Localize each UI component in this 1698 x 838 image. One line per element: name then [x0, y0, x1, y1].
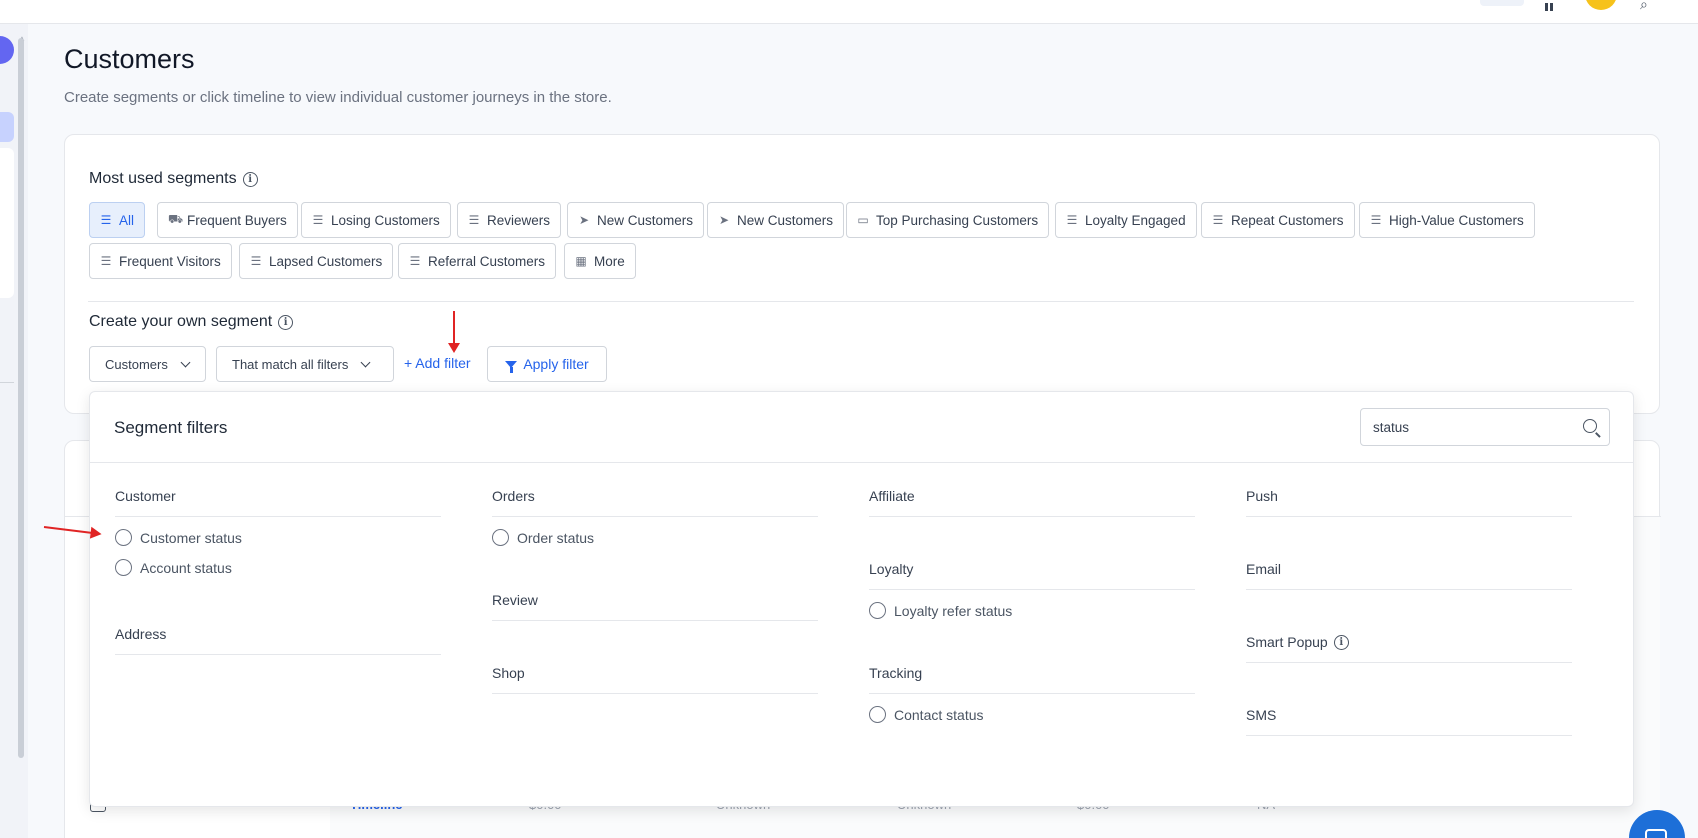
radio-button[interactable] [115, 529, 132, 546]
group-affiliate: Affiliate [869, 488, 1195, 517]
group-title: Smart Popup [1246, 634, 1328, 650]
group-smart-popup: Smart Popup i [1246, 634, 1572, 663]
radio-button[interactable] [115, 559, 132, 576]
notification-icon[interactable] [1480, 0, 1524, 6]
radio-button[interactable] [492, 529, 509, 546]
option-order-status[interactable]: Order status [492, 528, 818, 547]
group-push: Push [1246, 488, 1572, 517]
create-segment-heading: Create your own segment i [89, 313, 294, 331]
page-title: Customers [64, 44, 195, 74]
chip-reviewers[interactable]: ☰ Reviewers [457, 202, 562, 238]
annotation-arrow-down [448, 311, 460, 353]
sidebar-submenu [0, 148, 14, 298]
chip-repeat-customers[interactable]: ☰ Repeat Customers [1201, 202, 1355, 238]
list-icon: ☰ [100, 213, 112, 227]
filter-search[interactable] [1360, 408, 1610, 446]
chip-referral-customers[interactable]: ☰ Referral Customers [398, 243, 557, 279]
group-title: Address [115, 626, 441, 655]
group-title: Shop [492, 665, 818, 694]
filter-search-input[interactable] [1373, 419, 1573, 435]
top-bar: ⌕ [0, 0, 1698, 24]
panel-title: Segment filters [114, 418, 228, 437]
most-used-segments-heading: Most used segments i [89, 170, 258, 188]
create-segment-title: Create your own segment [89, 313, 273, 330]
group-loyalty: Loyalty Loyalty refer status [869, 561, 1195, 620]
group-title: Tracking [869, 665, 1195, 694]
chip-new-customers-2[interactable]: ➤ New Customers [707, 202, 845, 238]
search-icon[interactable] [1583, 419, 1597, 433]
list-icon: ☰ [100, 254, 112, 268]
filter-icon [505, 360, 518, 373]
sidebar: ▲ [0, 24, 28, 838]
group-shop: Shop [492, 665, 818, 694]
sidebar-item-active[interactable] [0, 112, 14, 142]
chevron-down-icon [360, 357, 371, 367]
group-email: Email [1246, 561, 1572, 590]
entity-select[interactable]: Customers [89, 346, 206, 382]
group-title-row: Smart Popup i [1246, 634, 1572, 663]
list-icon: ☰ [250, 254, 262, 268]
group-customer: Customer Customer status Account status [115, 488, 441, 577]
list-icon: ☰ [409, 254, 421, 268]
sidebar-logo[interactable] [0, 36, 14, 64]
group-orders: Orders Order status [492, 488, 818, 547]
chip-more[interactable]: ▦ More [564, 243, 636, 279]
group-title: Customer [115, 488, 441, 517]
most-used-segments-title: Most used segments [89, 170, 237, 187]
add-filter-link[interactable]: + Add filter [404, 355, 471, 371]
match-select[interactable]: That match all filters [216, 346, 394, 382]
sidebar-divider [0, 382, 14, 383]
group-title: Orders [492, 488, 818, 517]
chip-new-customers[interactable]: ➤ New Customers [567, 202, 705, 238]
grid-icon: ▦ [575, 254, 587, 268]
group-title: Review [492, 592, 818, 621]
list-icon: ☰ [312, 213, 324, 227]
card-icon: ▭ [857, 213, 869, 227]
group-title: Loyalty [869, 561, 1195, 590]
group-title: Affiliate [869, 488, 1195, 517]
chip-frequent-buyers[interactable]: ⛟ Frequent Buyers [157, 202, 298, 238]
cursor-icon: ➤ [718, 213, 730, 227]
group-address: Address [115, 626, 441, 655]
cart-icon: ⛟ [168, 212, 184, 226]
apps-grid-icon[interactable] [1545, 0, 1559, 11]
info-icon[interactable]: i [242, 171, 258, 187]
group-title: SMS [1246, 707, 1572, 736]
chip-top-purchasing-customers[interactable]: ▭ Top Purchasing Customers [846, 202, 1050, 238]
info-icon[interactable]: i [278, 314, 294, 330]
group-title: Push [1246, 488, 1572, 517]
list-icon: ☰ [1370, 213, 1382, 227]
chip-frequent-visitors[interactable]: ☰ Frequent Visitors [89, 243, 232, 279]
radio-button[interactable] [869, 706, 886, 723]
segment-filters-panel: Segment filters Customer Customer status… [89, 391, 1634, 807]
list-icon: ☰ [1212, 213, 1224, 227]
panel-header: Segment filters [90, 392, 1633, 463]
scrollbar[interactable] [18, 38, 24, 758]
section-divider [88, 301, 1634, 302]
list-icon: ☰ [468, 213, 480, 227]
list-icon: ☰ [1066, 213, 1078, 227]
option-loyalty-refer-status[interactable]: Loyalty refer status [869, 601, 1195, 620]
account-menu-icon[interactable]: ⌕ [1640, 0, 1648, 13]
cursor-icon: ➤ [578, 213, 590, 227]
apply-filter-button[interactable]: Apply filter [487, 346, 607, 382]
chip-all[interactable]: ☰ All [89, 202, 146, 238]
chip-loyalty-engaged[interactable]: ☰ Loyalty Engaged [1055, 202, 1197, 238]
info-icon[interactable]: i [1333, 634, 1349, 650]
page-subtitle: Create segments or click timeline to vie… [64, 89, 612, 106]
group-tracking: Tracking Contact status [869, 665, 1195, 724]
chip-high-value-customers[interactable]: ☰ High-Value Customers [1359, 202, 1535, 238]
chip-lapsed-customers[interactable]: ☰ Lapsed Customers [239, 243, 394, 279]
option-contact-status[interactable]: Contact status [869, 705, 1195, 724]
avatar[interactable] [1585, 0, 1617, 10]
chip-losing-customers[interactable]: ☰ Losing Customers [301, 202, 451, 238]
radio-button[interactable] [869, 602, 886, 619]
group-review: Review [492, 592, 818, 621]
option-account-status[interactable]: Account status [115, 558, 441, 577]
chevron-down-icon [180, 357, 191, 367]
group-title: Email [1246, 561, 1572, 590]
group-sms: SMS [1246, 707, 1572, 736]
option-customer-status[interactable]: Customer status [115, 528, 441, 547]
